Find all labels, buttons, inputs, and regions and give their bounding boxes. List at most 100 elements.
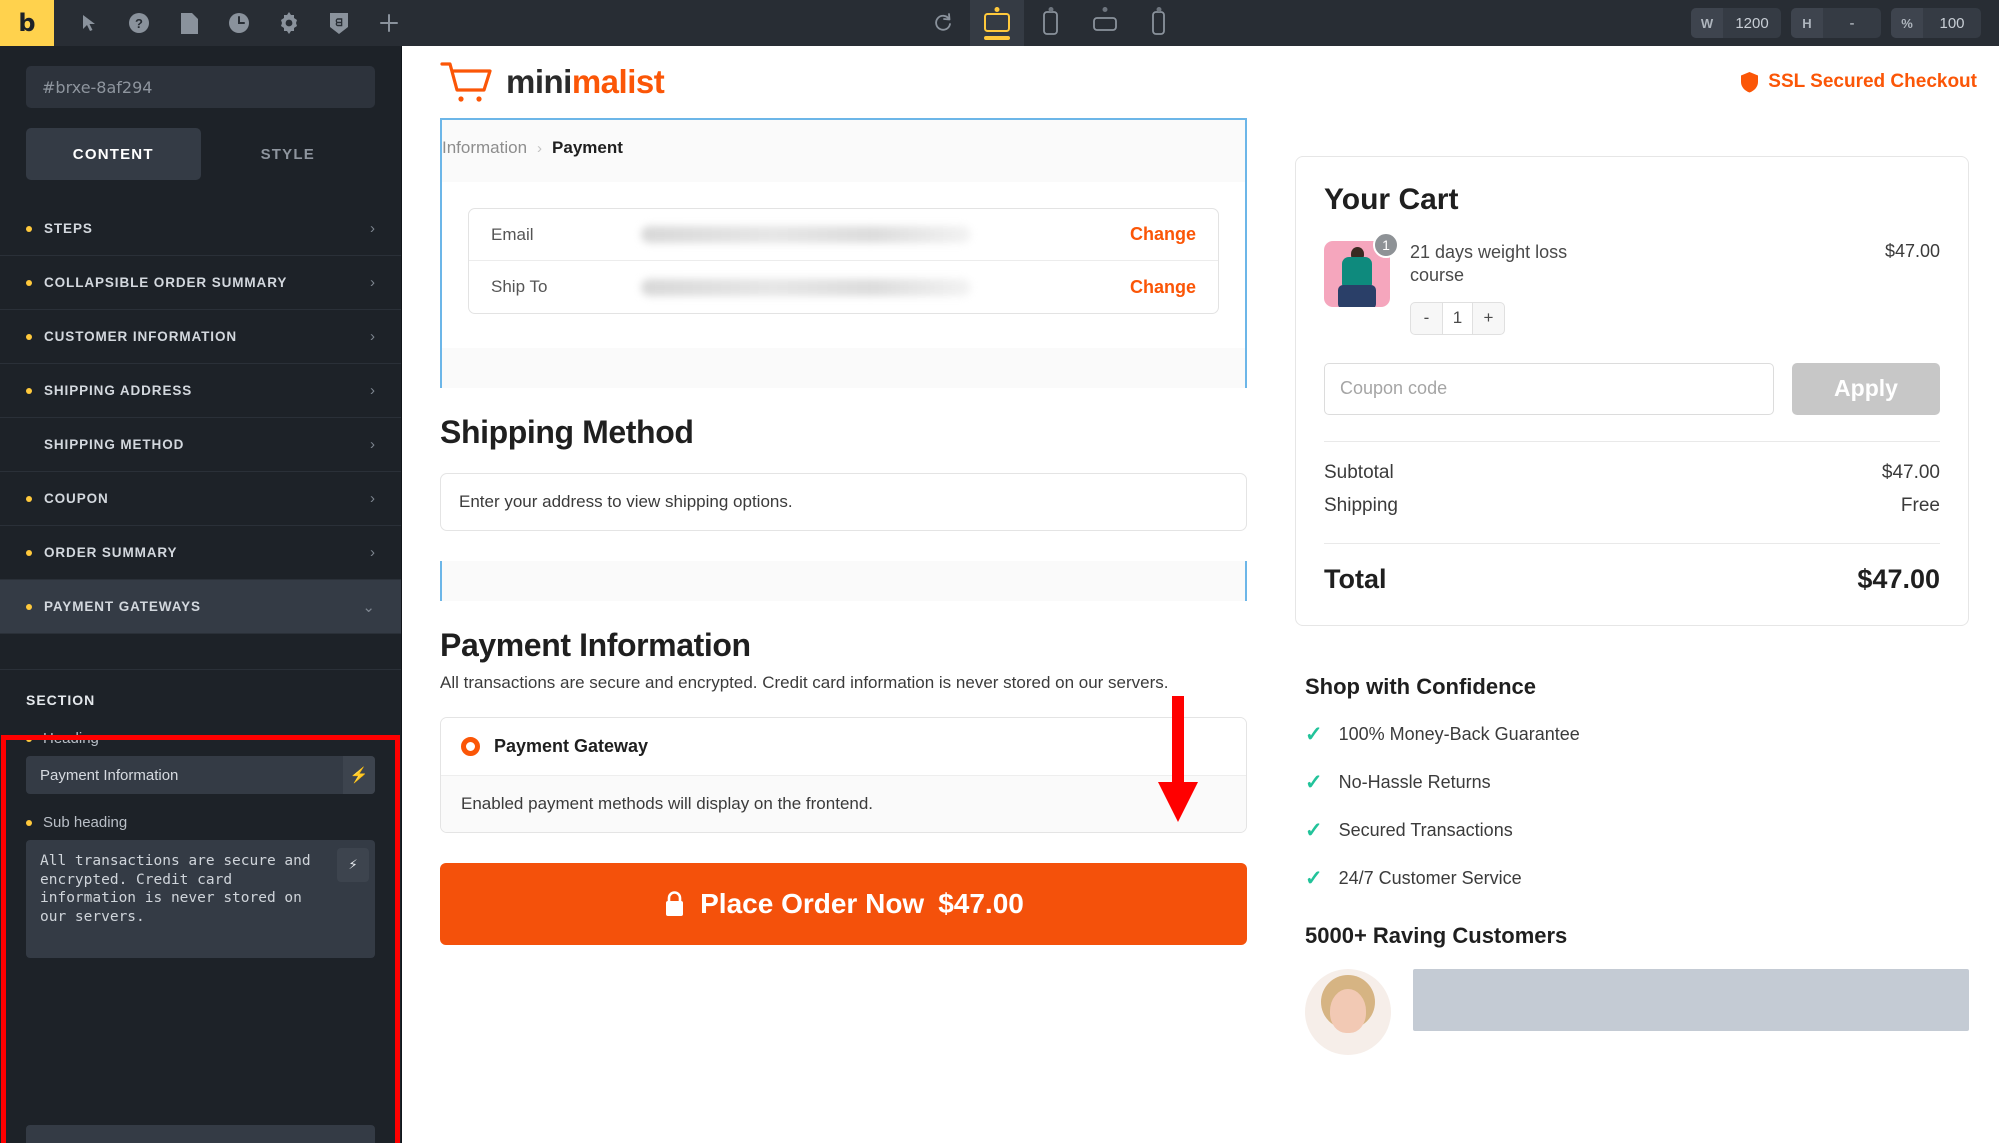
change-email-link[interactable]: Change: [1130, 224, 1196, 245]
app-logo[interactable]: b: [0, 0, 54, 46]
checkout-sidebar-column: Your Cart 1 21 days weight loss course -…: [1247, 118, 1999, 1055]
apply-coupon-button[interactable]: Apply: [1792, 362, 1940, 415]
width-field[interactable]: W 1200: [1691, 8, 1781, 38]
breadcrumb-step-information[interactable]: Information: [442, 138, 527, 158]
coupon-input[interactable]: Coupon code: [1324, 362, 1774, 415]
sidebar-item-customer-information[interactable]: CUSTOMER INFORMATION ›: [0, 310, 401, 364]
steps-block-selected[interactable]: Information › Payment Email Change Ship …: [440, 118, 1247, 348]
chevron-down-icon: ⌄: [362, 598, 375, 616]
shipping-method-section[interactable]: Shipping Method Enter your address to vi…: [440, 388, 1247, 561]
cursor-icon[interactable]: [68, 0, 110, 46]
store-logo[interactable]: minimalist: [440, 60, 665, 104]
testimonial-text-placeholder: [1413, 968, 1969, 1031]
gear-icon[interactable]: [268, 0, 310, 46]
trust-item: ✓ Secured Transactions: [1305, 818, 1969, 843]
preview-canvas: minimalist SSL Secured Checkout Informat…: [402, 46, 1999, 1143]
divider: [1324, 542, 1940, 544]
sidebar-item-coupon[interactable]: COUPON ›: [0, 472, 401, 526]
zoom-field[interactable]: % 100: [1891, 8, 1981, 38]
refresh-icon[interactable]: [916, 0, 970, 46]
page-icon[interactable]: [168, 0, 210, 46]
sidebar-item-label: COLLAPSIBLE ORDER SUMMARY: [44, 275, 288, 290]
trust-item-label: 24/7 Customer Service: [1338, 867, 1522, 888]
breadcrumb: Information › Payment: [440, 138, 1247, 158]
element-id-input[interactable]: #brxe-8af294: [26, 66, 375, 108]
cart-line-item: 1 21 days weight loss course - 1 + $47.0…: [1324, 232, 1940, 335]
spacer-strip-upper: [440, 348, 1247, 388]
svg-text:?: ?: [135, 16, 143, 31]
dynamic-data-icon[interactable]: ⚡: [337, 848, 369, 882]
trust-item: ✓ 100% Money-Back Guarantee: [1305, 722, 1969, 747]
shipping-label: Shipping: [1324, 494, 1398, 516]
shipping-value: Free: [1900, 494, 1940, 516]
subheading-textarea[interactable]: All transactions are secure and encrypte…: [26, 840, 375, 958]
chevron-right-icon: ›: [370, 274, 375, 291]
device-mobile-button[interactable]: [1132, 0, 1186, 46]
shield-icon: [1741, 72, 1759, 93]
quantity-increase-button[interactable]: +: [1473, 303, 1504, 334]
device-indicator-dot: [994, 7, 999, 12]
payment-information-subtitle: All transactions are secure and encrypte…: [440, 673, 1169, 692]
radio-selected-icon[interactable]: [461, 737, 480, 756]
lock-icon: [666, 891, 684, 916]
quantity-value[interactable]: 1: [1442, 302, 1473, 334]
modified-dot: [26, 387, 32, 394]
sidebar-item-steps[interactable]: STEPS ›: [0, 202, 401, 256]
order-info-area: Email Change Ship To Change: [440, 182, 1247, 348]
css-icon[interactable]: ᗺ: [318, 0, 360, 46]
field-label-text: Heading: [43, 730, 99, 747]
shipping-method-title: Shipping Method: [440, 414, 694, 450]
device-tablet-landscape-button[interactable]: [1078, 0, 1132, 46]
quantity-stepper[interactable]: - 1 +: [1410, 301, 1505, 335]
device-tablet-portrait-button[interactable]: [1024, 0, 1078, 46]
width-label: W: [1691, 8, 1723, 38]
quantity-decrease-button[interactable]: -: [1411, 303, 1442, 334]
product-thumbnail-wrap: 1: [1324, 232, 1399, 307]
device-indicator-dot: [1048, 7, 1053, 12]
spacer-strip-lower: [440, 561, 1247, 601]
tab-content[interactable]: CONTENT: [26, 128, 201, 180]
sidebar-item-label: SHIPPING ADDRESS: [44, 383, 193, 398]
chevron-right-icon: ›: [370, 382, 375, 399]
dynamic-data-icon[interactable]: ⚡: [343, 756, 375, 794]
next-field-partial[interactable]: [26, 1125, 375, 1143]
zoom-value[interactable]: 100: [1923, 15, 1981, 32]
width-value[interactable]: 1200: [1723, 15, 1781, 32]
element-settings-panel: #brxe-8af294 CONTENT STYLE STEPS › COLLA…: [0, 46, 402, 1143]
product-image-pants: [1338, 285, 1376, 307]
history-icon[interactable]: [218, 0, 260, 46]
height-value[interactable]: -: [1823, 15, 1881, 32]
heading-input[interactable]: Payment Information ⚡: [26, 756, 375, 794]
sidebar-item-collapsible-order-summary[interactable]: COLLAPSIBLE ORDER SUMMARY ›: [0, 256, 401, 310]
sidebar-item-order-summary[interactable]: ORDER SUMMARY ›: [0, 526, 401, 580]
subheading-textarea-value: All transactions are secure and encrypte…: [40, 853, 311, 925]
tab-style[interactable]: STYLE: [201, 128, 376, 180]
place-order-button[interactable]: Place Order Now $47.00: [440, 863, 1247, 945]
trust-item: ✓ 24/7 Customer Service: [1305, 866, 1969, 891]
shipping-empty-message: Enter your address to view shipping opti…: [440, 473, 1247, 531]
trust-badges-section: Shop with Confidence ✓ 100% Money-Back G…: [1295, 674, 1969, 891]
breadcrumb-step-payment: Payment: [552, 138, 623, 157]
sidebar-item-label: PAYMENT GATEWAYS: [44, 599, 201, 614]
sidebar-item-shipping-address[interactable]: SHIPPING ADDRESS ›: [0, 364, 401, 418]
product-image-torso: [1342, 257, 1372, 287]
subtotal-value: $47.00: [1881, 461, 1940, 483]
viewport-controls: [410, 0, 1691, 46]
subheading-field-label: Sub heading: [26, 814, 375, 831]
sidebar-item-shipping-method[interactable]: SHIPPING METHOD ›: [0, 418, 401, 472]
payment-gateway-note: Enabled payment methods will display on …: [441, 775, 1246, 832]
payment-information-section[interactable]: Payment Information All transactions are…: [440, 601, 1247, 975]
device-desktop-button[interactable]: [969, 0, 1024, 46]
place-order-label: Place Order Now: [700, 888, 925, 919]
sidebar-item-payment-gateways[interactable]: PAYMENT GATEWAYS ⌄: [0, 580, 401, 634]
help-icon[interactable]: ?: [118, 0, 160, 46]
trust-title: Shop with Confidence: [1305, 673, 1536, 699]
payment-gateway-option[interactable]: Payment Gateway: [441, 718, 1246, 775]
height-label: H: [1791, 8, 1823, 38]
divider: [1324, 440, 1940, 442]
change-ship-to-link[interactable]: Change: [1130, 277, 1196, 298]
heading-field-label: Heading: [26, 730, 375, 747]
add-icon[interactable]: [368, 0, 410, 46]
height-field[interactable]: H -: [1791, 8, 1881, 38]
chevron-right-icon: ›: [370, 220, 375, 237]
